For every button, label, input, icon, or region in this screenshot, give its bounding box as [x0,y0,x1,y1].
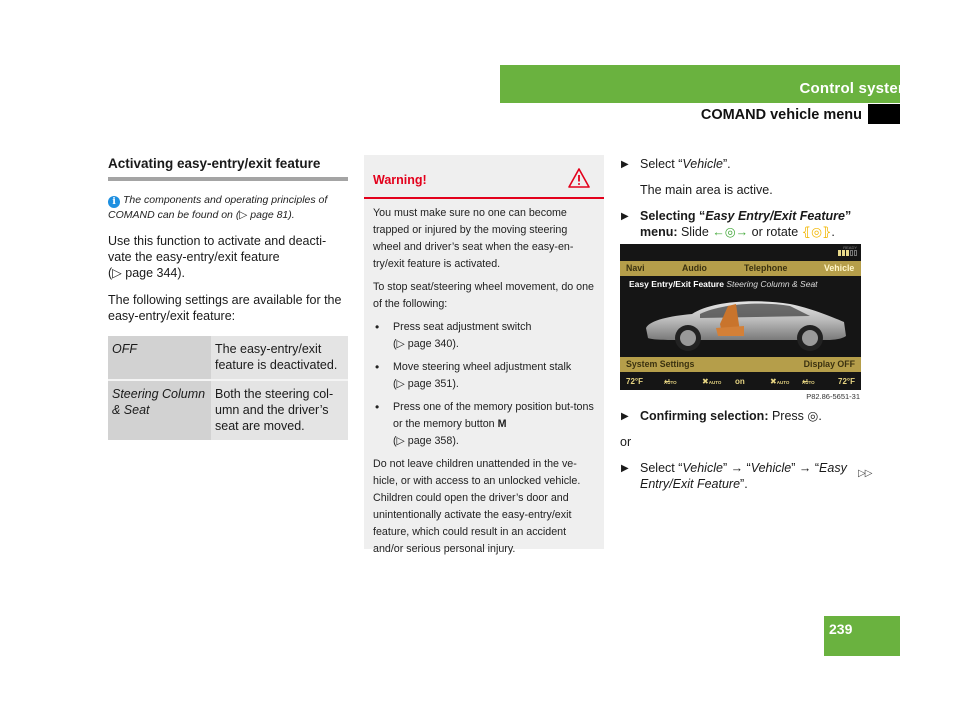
menu-display-off: Display OFF [803,359,855,369]
step-text: ”. [740,477,748,491]
info-icon: i [108,196,120,208]
or-separator: or [620,435,632,449]
right-column: ▶ Select “Vehicle”. The main area is act… [620,156,880,250]
menu-audio: Audio [682,263,707,273]
step-arrow-icon: ▶ [621,463,629,474]
settings-intro: The following settings are available for… [108,293,342,323]
figure-id: P82.86-5651-31 [806,392,860,401]
step-text: ”. [722,157,731,171]
continued-icon: ▷▷ [858,468,872,479]
temperature-left: 72°F [626,377,643,386]
menu-item-ref: Easy Entry/Exit Feature [705,209,845,223]
comand-screen-image: READY Navi Audio Telephone Vehicle Easy … [620,244,861,390]
bullet-text: Press seat adjustment switch [393,321,532,333]
menu-item-ref: Vehicle [750,461,792,475]
left-column: Activating easy-entry/exit feature i The … [108,156,348,440]
signal-strength-icon [838,250,857,256]
step-text: . [831,225,835,239]
warning-title: Warning! [373,173,427,187]
intro-line: vate the easy-entry/exit feature [108,250,280,264]
section-heading: Activating easy-entry/exit feature [108,156,348,181]
menu-item-ref: Vehicle [682,157,723,171]
page-reference-link[interactable]: (▷ page 351). [393,378,459,390]
step-result: The main area is active. [640,183,773,197]
slide-controller-icon: ←◎→ [712,225,749,239]
menu-system-settings: System Settings [626,359,695,369]
step-text: ” → “ [722,461,751,475]
menu-vehicle: Vehicle [824,263,855,273]
step-text: or rotate [748,225,802,239]
rotate-controller-icon: ⦃◎⦄ [801,225,832,239]
warning-paragraph: You must make sure no one can become tra… [373,207,574,270]
screen-title-bold: Easy Entry/Exit Feature [629,279,724,289]
warning-header: Warning! [364,155,604,199]
screen-title: Easy Entry/Exit Feature Steering Column … [629,279,818,289]
memory-button-label: M [497,418,507,430]
screen-bottom-menu: System Settings Display OFF [620,357,861,372]
right-column-continued: ▶ Confirming selection: Press ◎. or ▶ Se… [620,408,882,502]
menu-telephone: Telephone [744,263,788,273]
climate-on-label: on [735,377,745,386]
fan-right-icon: ✖ AUTO [770,377,790,386]
setting-description: The easy-entry/exit feature is deactivat… [211,336,348,380]
screen-main-menu: Navi Audio Telephone Vehicle [620,261,861,276]
bullet-text: Press one of the memory position but-ton… [393,401,594,430]
car-illustration-icon [646,301,846,351]
step-text: Press [768,409,808,423]
instruction-step: ▶ Select “Vehicle”. [620,156,880,172]
step-text: ” → “ [791,461,820,475]
step-arrow-icon: ▶ [621,211,629,222]
step-label: Selecting “ [640,209,706,223]
screen-title-value: Steering Column & Seat [726,279,818,289]
instruction-step: ▶ Confirming selection: Press ◎. [620,408,882,424]
warning-body: You must make sure no one can become tra… [364,199,604,558]
menu-navi: Navi [626,263,645,273]
press-controller-icon: ◎ [807,409,819,423]
settings-table: OFF The easy-entry/exit feature is deact… [108,336,348,440]
bullet-text: Move steering wheel adjustment stalk [393,361,572,373]
section-title: Control systems [799,80,920,97]
setting-description: Both the steering col-umn and the driver… [211,379,348,440]
page-reference-link[interactable]: (▷ page 340). [393,338,459,350]
setting-name: Steering Column & Seat [108,379,211,440]
step-text: Slide [677,225,713,239]
page-reference-link[interactable]: (▷ page 344). [108,265,348,281]
info-note: i The components and operating principles… [108,193,348,222]
intro-line: Use this function to activate and deacti… [108,234,327,248]
subsection-title: COMAND vehicle menu [700,107,862,123]
table-row: Steering Column & Seat Both the steering… [108,379,348,440]
temperature-right: 72°F [838,377,855,386]
warning-paragraph: To stop seat/steering wheel movement, do… [373,281,595,310]
page-reference-link[interactable]: (▷ page 358). [393,435,459,447]
instruction-step: ▶ Selecting “Easy Entry/Exit Feature” me… [620,208,880,240]
warning-list: Press seat adjustment switch (▷ page 340… [373,319,594,450]
intro-paragraph: Use this function to activate and deacti… [108,233,348,281]
list-item: Press one of the memory position but-ton… [373,399,594,450]
step-text: Select “ [640,157,683,171]
seat-heat-left-icon: AUTO ↵ [664,377,677,386]
page-number: 239 [829,621,853,637]
thumb-tab-marker [868,104,900,124]
table-row: OFF The easy-entry/exit feature is deact… [108,336,348,380]
step-arrow-icon: ▶ [621,411,629,422]
step-text: Select “ [640,461,683,475]
list-item: Press seat adjustment switch (▷ page 340… [373,319,594,353]
fan-left-icon: ✖ AUTO [702,377,722,386]
menu-item-ref: Vehicle [682,461,723,475]
step-text: . [818,409,822,423]
list-item: Move steering wheel adjustment stalk (▷ … [373,359,594,393]
climate-status-bar: 72°F AUTO ↵ ✖ AUTO on ✖ AUTO AUTO ↵ 72°F [620,374,861,390]
step-arrow-icon: ▶ [621,159,629,170]
warning-paragraph: Do not leave children unattended in the … [373,458,581,555]
warning-box: Warning! You must make sure no one can b… [364,155,604,555]
note-text: The components and operating principles … [108,194,328,221]
warning-triangle-icon [568,168,590,188]
instruction-step: ▶ Select “Vehicle” → “Vehicle” → “Easy E… [620,460,882,492]
step-label: Confirming selection: [640,409,769,423]
seat-heat-right-icon: AUTO ↵ [802,377,815,386]
setting-name: OFF [108,336,211,380]
